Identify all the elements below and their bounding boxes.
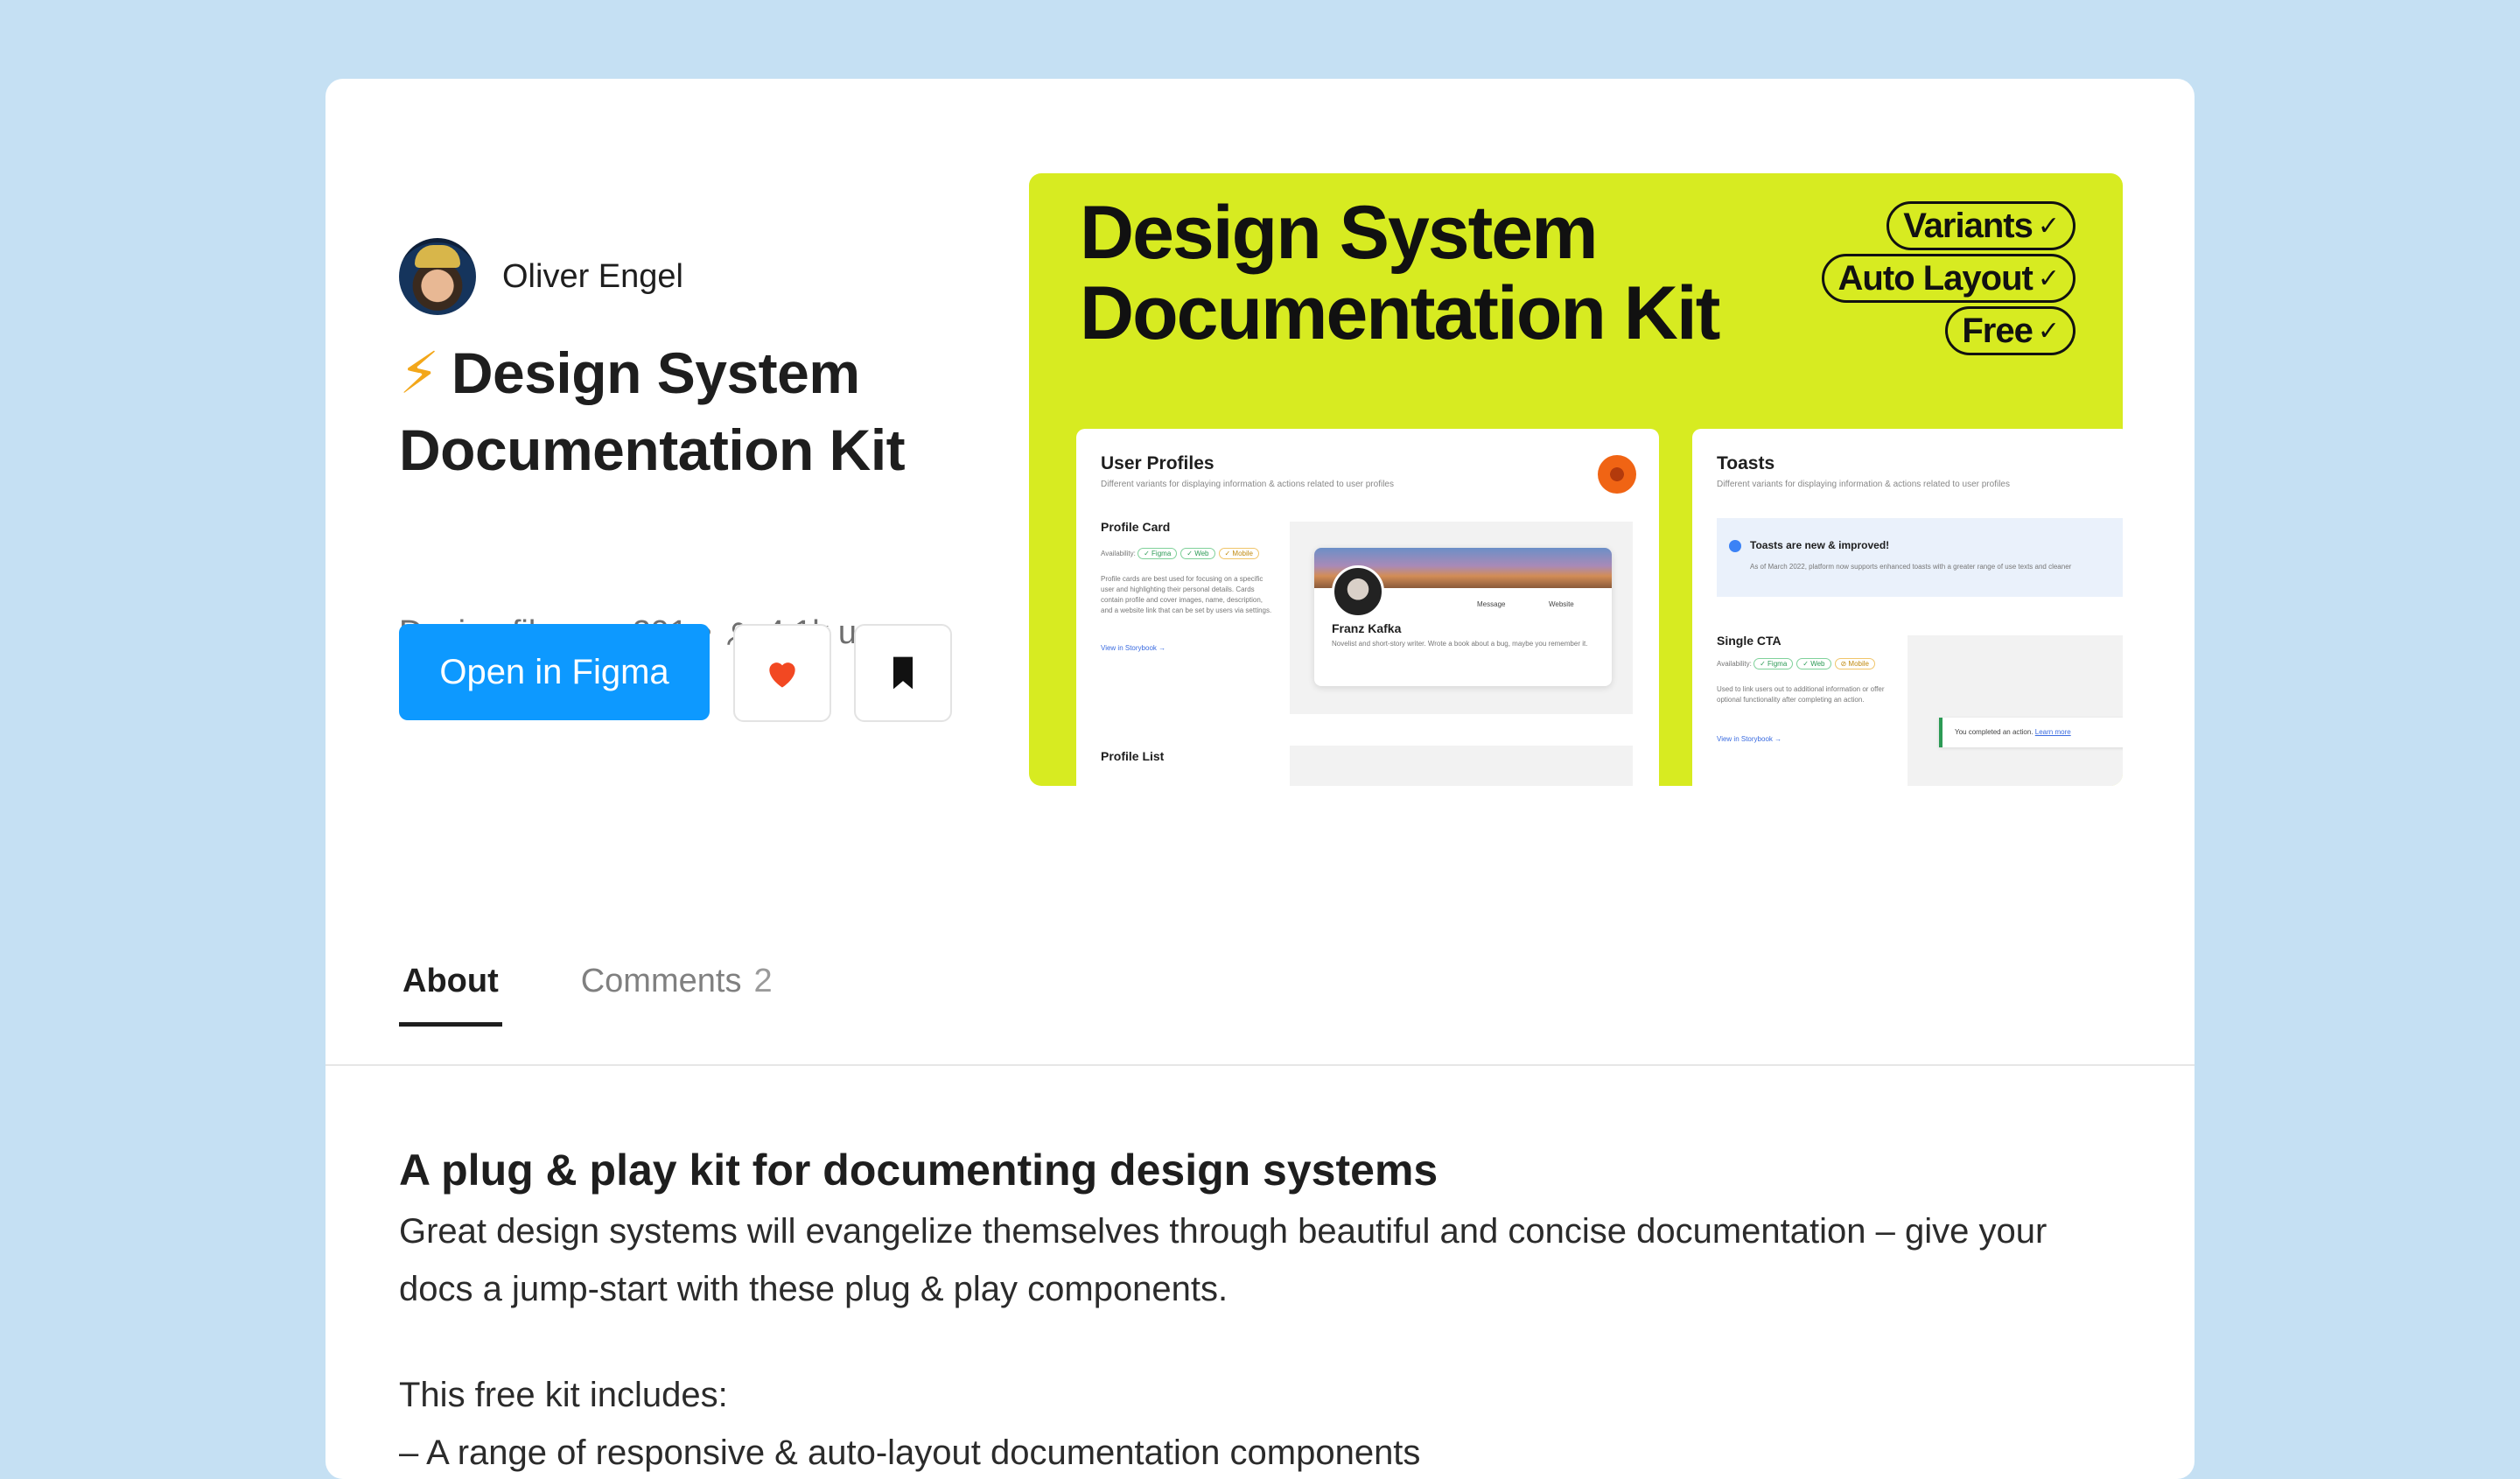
tag: ✓ Mobile: [1218, 548, 1259, 559]
preview-area: [1908, 635, 2123, 786]
tab-bar: About Comments 2: [399, 963, 851, 1027]
toast-banner: Toasts are new & improved! As of March 2…: [1717, 518, 2123, 597]
check-icon: ✓: [2037, 316, 2060, 346]
like-button[interactable]: [733, 624, 831, 722]
pill-auto-layout: Auto Layout ✓: [1821, 254, 2076, 303]
pill-label: Auto Layout: [1838, 258, 2034, 298]
storybook-link[interactable]: View in Storybook →: [1717, 735, 1782, 743]
pill-variants: Variants ✓: [1886, 201, 2076, 250]
tab-label: Comments: [580, 963, 742, 999]
bookmark-icon: [893, 656, 913, 690]
toast-link: Learn more: [2034, 728, 2071, 736]
person-bio: Novelist and short-story writer. Wrote a…: [1332, 640, 1588, 648]
banner-title-text: Toasts are new & improved!: [1750, 539, 1890, 551]
tag: ✓ Figma: [1754, 658, 1794, 669]
pill-free: Free ✓: [1945, 306, 2076, 355]
section-title: Profile Card: [1101, 520, 1171, 534]
tab-about[interactable]: About: [399, 963, 502, 1027]
lightning-icon: ⚡: [399, 340, 439, 405]
open-in-figma-button[interactable]: Open in Figma: [399, 624, 710, 720]
check-icon: ✓: [2037, 211, 2060, 241]
kit-list-item: – A range of responsive & auto-layout do…: [399, 1433, 1421, 1472]
tag: ✓ Web: [1180, 548, 1215, 559]
section-title: Profile List: [1101, 749, 1165, 763]
panel-subtitle: Different variants for displaying inform…: [1101, 480, 1394, 489]
kit-intro: This free kit includes:: [399, 1376, 728, 1414]
panel-title: Toasts: [1717, 453, 1775, 473]
storybook-link[interactable]: View in Storybook →: [1101, 644, 1166, 652]
section-title: Single CTA: [1717, 634, 1782, 648]
banner-text: As of March 2022, platform now supports …: [1750, 563, 2072, 571]
tag: ✓ Figma: [1138, 548, 1178, 559]
heart-icon: [769, 662, 795, 688]
page-title: ⚡ Design System Documentation Kit: [399, 334, 959, 488]
about-paragraph: Great design systems will evangelize the…: [399, 1212, 2048, 1308]
person-name: Franz Kafka: [1332, 621, 1402, 635]
avatar-dot-icon: [1598, 455, 1636, 494]
toast-text: You completed an action.: [1955, 728, 2034, 736]
cover-title: Design System Documentation Kit: [1080, 191, 1720, 355]
tab-label: About: [402, 963, 499, 999]
profiles-panel: User Profiles Different variants for dis…: [1076, 429, 1659, 786]
author-name[interactable]: Oliver Engel: [502, 258, 683, 296]
section-description: Used to link users out to additional inf…: [1717, 685, 1885, 704]
title-line-2: Documentation Kit: [399, 417, 906, 482]
comment-count: 2: [753, 963, 773, 999]
cover-title-line-2: Documentation Kit: [1080, 271, 1720, 355]
availability-label: Availability:: [1717, 660, 1752, 668]
check-icon: ✓: [2037, 263, 2060, 293]
pill-label: Variants: [1903, 206, 2034, 245]
profile-photo: [1332, 565, 1384, 618]
about-heading: A plug & play kit for documenting design…: [399, 1146, 1438, 1195]
message-button: Message: [1477, 600, 1506, 608]
profile-card: Message Website Franz Kafka Novelist and…: [1314, 548, 1612, 686]
panel-subtitle: Different variants for displaying inform…: [1717, 480, 2010, 489]
tag: ⊘ Mobile: [1834, 658, 1875, 669]
title-line-1: Design System: [451, 340, 860, 405]
availability-row: Availability: ✓ Figma ✓ Web ⊘ Mobile: [1717, 658, 1879, 669]
availability-label: Availability:: [1101, 550, 1136, 557]
bookmark-button[interactable]: [854, 624, 952, 722]
cover-title-line-1: Design System: [1080, 191, 1599, 275]
section-description: Profile cards are best used for focusing…: [1101, 575, 1272, 614]
preview-area: [1290, 746, 1633, 786]
toast-example: You completed an action. Learn more: [1939, 718, 2123, 747]
pill-label: Free: [1962, 311, 2033, 350]
website-button: Website: [1549, 600, 1574, 608]
tag: ✓ Web: [1796, 658, 1831, 669]
cover-image[interactable]: Design System Documentation Kit Variants…: [1029, 173, 2123, 786]
info-dot-icon: [1729, 539, 1741, 552]
toasts-panel: Toasts Different variants for displaying…: [1692, 429, 2123, 786]
banner-title: Toasts are new & improved!: [1729, 539, 1889, 552]
author[interactable]: Oliver Engel: [399, 238, 683, 315]
avatar[interactable]: [399, 238, 476, 315]
availability-row: Availability: ✓ Figma ✓ Web ✓ Mobile: [1101, 548, 1263, 559]
panel-title: User Profiles: [1101, 453, 1214, 473]
tab-comments[interactable]: Comments 2: [578, 963, 776, 1023]
file-detail-card: Oliver Engel ⚡ Design System Documentatio…: [326, 79, 2194, 1479]
tab-divider: [326, 1064, 2194, 1066]
